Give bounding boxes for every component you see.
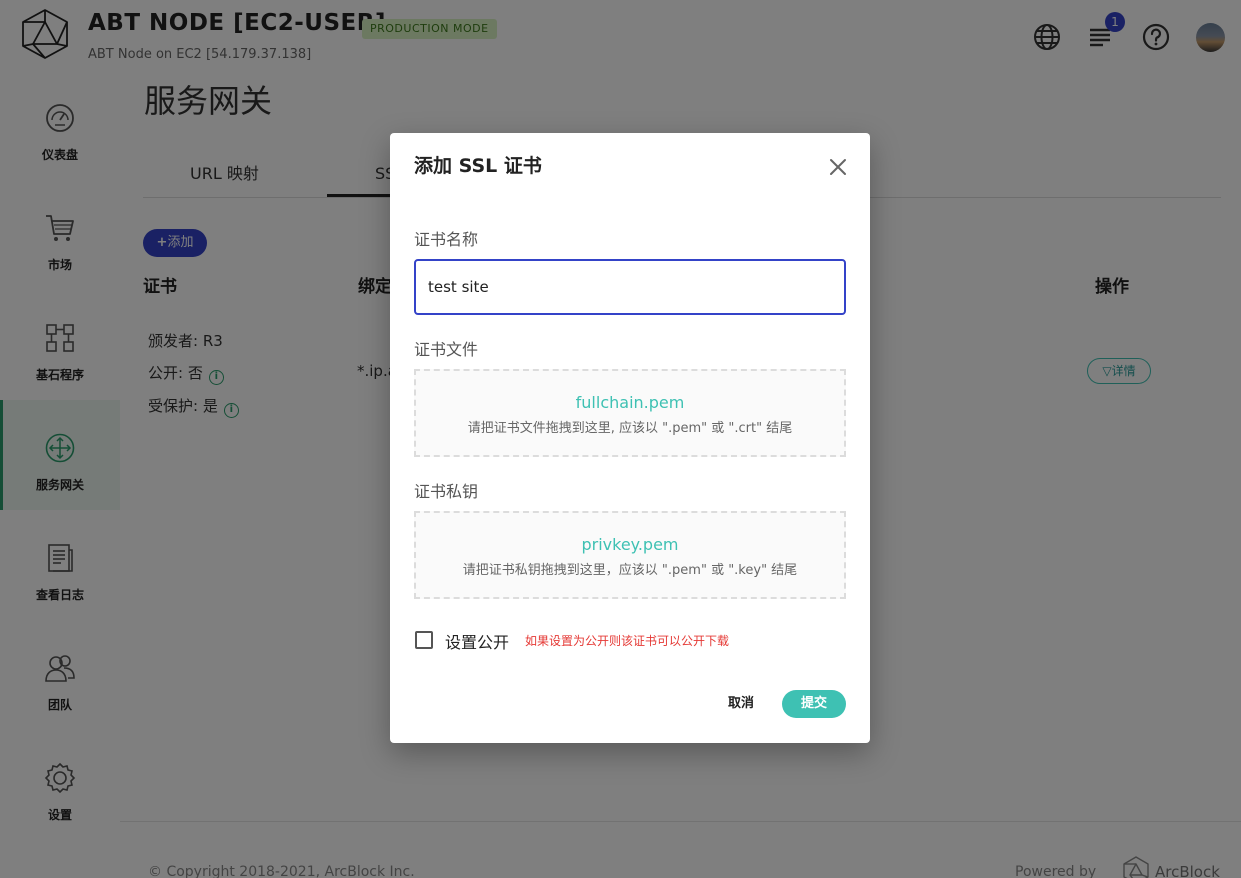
public-checkbox[interactable] [415,631,433,649]
cert-file-hint: 请把证书文件拖拽到这里, 应该以 ".pem" 或 ".crt" 结尾 [467,421,793,436]
private-key-label: 证书私钥 [414,482,479,501]
cert-name-input[interactable] [414,259,846,315]
private-key-name: privkey.pem [581,535,679,554]
submit-button[interactable]: 提交 [782,690,846,718]
cancel-button[interactable]: 取消 [716,690,766,718]
dialog-title: 添加 SSL 证书 [414,155,542,177]
add-ssl-dialog: 添加 SSL 证书 证书名称 证书文件 fullchain.pem 请把证书文件… [390,133,870,743]
cert-file-dropzone[interactable]: fullchain.pem 请把证书文件拖拽到这里, 应该以 ".pem" 或 … [414,369,846,457]
cert-file-name: fullchain.pem [575,393,685,412]
private-key-hint: 请把证书私钥拖拽到这里，应该以 ".pem" 或 ".key" 结尾 [462,563,798,578]
public-checkbox-label[interactable]: 设置公开 [445,629,509,653]
cert-file-label: 证书文件 [414,340,479,359]
private-key-dropzone[interactable]: privkey.pem 请把证书私钥拖拽到这里，应该以 ".pem" 或 ".k… [414,511,846,599]
cert-name-label: 证书名称 [414,230,479,249]
public-warning-text: 如果设置为公开则该证书可以公开下载 [525,634,730,648]
close-icon[interactable] [826,155,850,179]
